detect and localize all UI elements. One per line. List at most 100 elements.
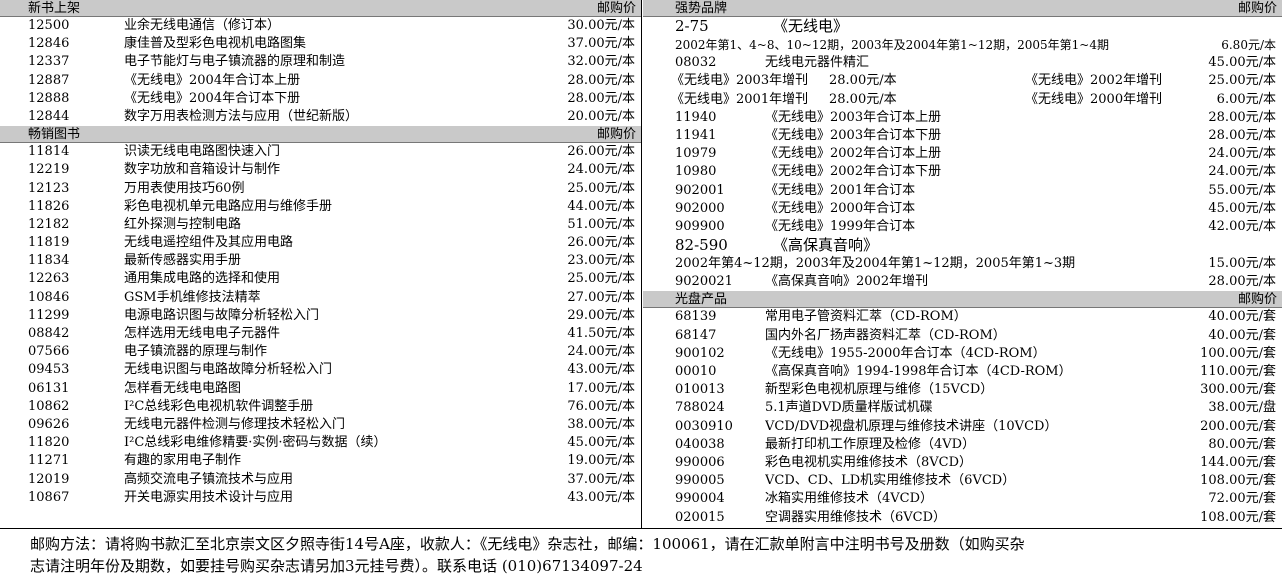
item-title: 《无线电》2000年合订本 bbox=[765, 200, 916, 216]
item-price: 29.00元/本 bbox=[567, 307, 635, 323]
list-item: 900102 《无线电》1955-2000年合订本（4CD-ROM） 100.00元… bbox=[643, 345, 1282, 363]
item-price: 28.00元/本 bbox=[1208, 127, 1276, 143]
item-price: 144.00元/套 bbox=[1200, 454, 1276, 470]
item-price: 43.00元/本 bbox=[567, 489, 635, 505]
item-price: 40.00元/套 bbox=[1208, 327, 1276, 343]
item-code: 11814 bbox=[28, 144, 70, 160]
wireless-name: 《无线电》 bbox=[773, 17, 849, 35]
item-code: 09453 bbox=[28, 362, 70, 378]
list-item: 11941 《无线电》2003年合订本下册 28.00元/本 bbox=[643, 127, 1282, 145]
discs-list: 68139 常用电子管资料汇萃（CD-ROM） 40.00元/套 68147 国内外名厂… bbox=[643, 308, 1282, 526]
supplement-price: 28.00元/本 bbox=[829, 91, 897, 107]
list-item: 0030910 VCD/DVD视盘机原理与维修技术讲座（10VCD） 200.00元… bbox=[643, 418, 1282, 436]
item-title: 高频交流电子镇流技术与应用 bbox=[124, 471, 294, 487]
item-code: 0030910 bbox=[675, 418, 733, 434]
hifi-issues-row: 2002年第4~12期，2003年及2004年第1~12期，2005年第1~3期… bbox=[643, 255, 1282, 273]
list-item: 00010 《高保真音响》1994-1998年合订本（4CD-ROM） 110.00… bbox=[643, 363, 1282, 381]
item-code: 08842 bbox=[28, 326, 70, 341]
item-code: 11826 bbox=[28, 198, 70, 214]
item-price: 19.00元/本 bbox=[567, 453, 635, 469]
list-item: 68139 常用电子管资料汇萃（CD-ROM） 40.00元/套 bbox=[643, 308, 1282, 326]
item-price: 72.00元/套 bbox=[1208, 491, 1276, 507]
item-price: 45.00元/本 bbox=[567, 435, 635, 451]
item-price: 27.00元/本 bbox=[567, 289, 635, 305]
footer-line-1: 邮购方法：请将购书款汇至北京崇文区夕照寺街14号A座，收款人：《无线电》杂志社，… bbox=[30, 535, 1025, 553]
bestsellers-price-header: 邮购价 bbox=[596, 126, 636, 142]
item-title: I²C总线彩电维修精要·实例·密码与数据（续） bbox=[124, 435, 387, 451]
left-column: 新书上架 邮购价 12500 业余无线电通信（修订本） 30.00元/本 12846 康… bbox=[0, 0, 641, 507]
item-price: 37.00元/本 bbox=[567, 36, 635, 52]
item-title: VCD/DVD视盘机原理与维修技术讲座（10VCD） bbox=[765, 418, 1058, 434]
item-title: 数字功放和音箱设计与制作 bbox=[124, 162, 281, 178]
list-item: 11820 I²C总线彩电维修精要·实例·密码与数据（续） 45.00元/本 bbox=[0, 434, 641, 452]
item-price: 41.50元/本 bbox=[567, 326, 635, 341]
supplement-price: 6.00元/本 bbox=[1216, 91, 1276, 107]
item-title: 电源电路识图与故障分析轻松入门 bbox=[124, 307, 320, 323]
supplement-pair-row: 《无线电》2001年增刊 28.00元/本 《无线电》2000年增刊 6.00元/本 bbox=[643, 91, 1282, 109]
item-code: 07566 bbox=[28, 344, 70, 360]
item-code: 10867 bbox=[28, 489, 70, 505]
item-code: 06131 bbox=[28, 380, 70, 396]
brands-price-header: 邮购价 bbox=[1237, 0, 1277, 16]
item-title: VCD、CD、LD机实用维修技术（6VCD） bbox=[765, 473, 1016, 489]
item-title: 数字万用表检测方法与应用（世纪新版） bbox=[124, 108, 359, 124]
item-title: 无线电元器件精汇 bbox=[765, 55, 870, 71]
item-price: 25.00元/本 bbox=[567, 271, 635, 287]
item-price: 30.00元/本 bbox=[567, 18, 635, 33]
hifi-issues-price: 15.00元/本 bbox=[1208, 256, 1276, 272]
list-item: 909900 《无线电》1999年合订本 42.00元/本 bbox=[643, 218, 1282, 236]
hifi-issues: 2002年第4~12期，2003年及2004年第1~12期，2005年第1~3期 bbox=[675, 256, 1076, 272]
item-code: 12500 bbox=[28, 18, 70, 33]
item-code: 990004 bbox=[675, 491, 725, 507]
item-code: 990006 bbox=[675, 454, 725, 470]
item-price: 76.00元/本 bbox=[567, 398, 635, 414]
item-code: 12219 bbox=[28, 162, 70, 178]
supplement-title: 《无线电》2000年增刊 bbox=[1025, 91, 1163, 107]
item-price: 300.00元/套 bbox=[1200, 382, 1276, 398]
item-price: 100.00元/套 bbox=[1200, 345, 1276, 361]
item-code: 909900 bbox=[675, 218, 725, 234]
item-title: 开关电源实用技术设计与应用 bbox=[124, 489, 294, 505]
item-title: 电子节能灯与电子镇流器的原理和制造 bbox=[124, 54, 346, 70]
item-title: 怎样选用无线电电子元器件 bbox=[124, 326, 281, 341]
item-code: 902001 bbox=[675, 182, 725, 198]
item-title: GSM手机维修技法精萃 bbox=[124, 289, 261, 305]
item-price: 55.00元/本 bbox=[1208, 182, 1276, 198]
item-code: 12846 bbox=[28, 36, 70, 52]
item-code: 010013 bbox=[675, 382, 725, 398]
list-item: 11271 有趣的家用电子制作 19.00元/本 bbox=[0, 452, 641, 470]
item-price: 28.00元/本 bbox=[567, 72, 635, 88]
item-title: 《无线电》2004年合订本下册 bbox=[124, 90, 301, 106]
item-price: 24.00元/本 bbox=[567, 344, 635, 360]
item-title: 冰箱实用维修技术（4VCD） bbox=[765, 491, 934, 507]
item-code: 11299 bbox=[28, 307, 70, 323]
new-books-header: 新书上架 邮购价 bbox=[0, 0, 641, 17]
item-code: 12888 bbox=[28, 90, 70, 106]
wireless-issues: 2002年第1、4~8、10~12期，2003年及2004年第1~12期，200… bbox=[675, 38, 1109, 52]
supplement-price: 25.00元/本 bbox=[1208, 73, 1276, 89]
brands-title: 强势品牌 bbox=[675, 0, 728, 16]
item-price: 20.00元/本 bbox=[567, 108, 635, 124]
item-price: 43.00元/本 bbox=[567, 362, 635, 378]
list-item: 788024 5.1声道DVD质量样版试机碟 38.00元/盘 bbox=[643, 399, 1282, 417]
list-item: 09453 无线电识图与电路故障分析轻松入门 43.00元/本 bbox=[0, 361, 641, 379]
hifi-name: 《高保真音响》 bbox=[773, 236, 879, 255]
item-title: 彩色电视机实用维修技术（8VCD） bbox=[765, 454, 973, 470]
item-title: 无线电元器件检测与修理技术轻松入门 bbox=[124, 416, 346, 432]
item-title: 最新传感器实用手册 bbox=[124, 253, 242, 269]
brand-items-list: 11940 《无线电》2003年合订本上册 28.00元/本 11941 《无线电》20… bbox=[643, 109, 1282, 236]
item-code: 11820 bbox=[28, 435, 70, 451]
order-instructions: 邮购方法：请将购书款汇至北京崇文区夕照寺街14号A座，收款人：《无线电》杂志社，… bbox=[0, 528, 1282, 581]
wireless-issues-row: 2002年第1、4~8、10~12期，2003年及2004年第1~12期，200… bbox=[643, 36, 1282, 54]
supplement-title: 《无线电》2001年增刊 bbox=[671, 91, 809, 107]
list-item: 902000 《无线电》2000年合订本 45.00元/本 bbox=[643, 200, 1282, 218]
item-title: 《无线电》1999年合订本 bbox=[765, 218, 916, 234]
item-code: 68139 bbox=[675, 309, 717, 325]
list-item: 11834 最新传感器实用手册 23.00元/本 bbox=[0, 252, 641, 270]
hifi-code: 82-590 bbox=[675, 236, 728, 255]
item-title: 国内外名厂扬声器资料汇萃（CD-ROM） bbox=[765, 327, 1006, 343]
list-item: 12123 万用表使用技巧60例 25.00元/本 bbox=[0, 180, 641, 198]
list-item: 12263 通用集成电路的选择和使用 25.00元/本 bbox=[0, 270, 641, 288]
list-item: 10979 《无线电》2002年合订本上册 24.00元/本 bbox=[643, 145, 1282, 163]
list-item: 11819 无线电遥控组件及其应用电路 26.00元/本 bbox=[0, 234, 641, 252]
